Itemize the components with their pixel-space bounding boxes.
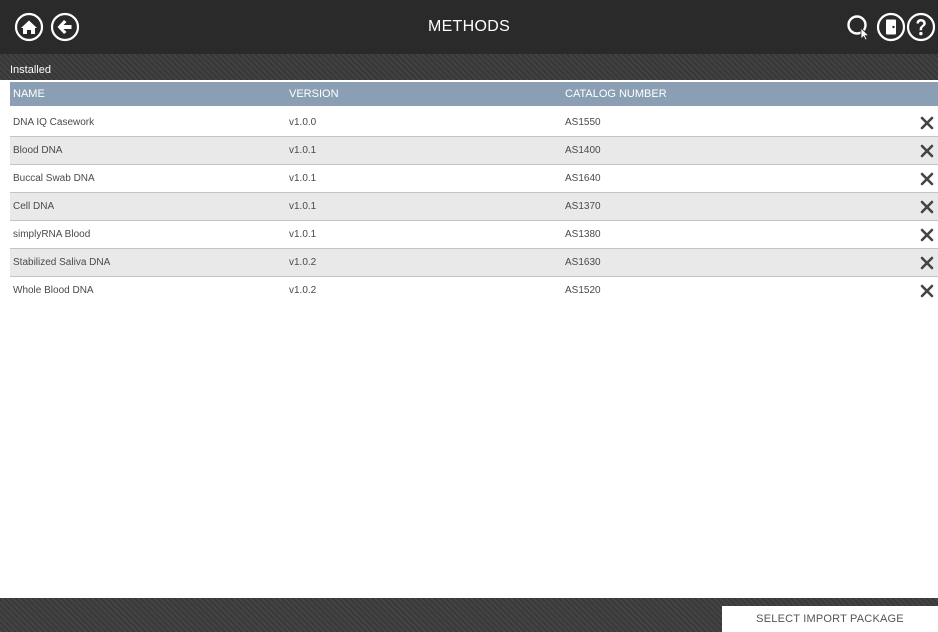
method-version: v1.0.1: [289, 145, 317, 156]
app-footer: SELECT IMPORT PACKAGE: [0, 598, 938, 632]
method-catalog-number: AS1400: [565, 145, 601, 156]
section-bar: Installed: [0, 54, 938, 80]
method-version: v1.0.1: [289, 201, 317, 212]
close-icon: [920, 228, 934, 242]
method-version: v1.0.0: [289, 117, 317, 128]
select-import-package-button[interactable]: SELECT IMPORT PACKAGE: [722, 606, 938, 632]
method-name: Cell DNA: [13, 201, 55, 212]
method-version: v1.0.2: [289, 285, 317, 296]
section-label: Installed: [10, 64, 51, 76]
method-catalog-number: AS1370: [565, 201, 601, 212]
logout-icon: [876, 12, 906, 42]
methods-table: NAME VERSION CATALOG NUMBER DNA IQ Casew…: [10, 80, 938, 598]
table-header: NAME VERSION CATALOG NUMBER: [10, 82, 938, 106]
method-name: simplyRNA Blood: [13, 229, 91, 240]
method-catalog-number: AS1640: [565, 173, 601, 184]
method-catalog-number: AS1520: [565, 285, 601, 296]
delete-method-button[interactable]: [920, 144, 934, 158]
close-icon: [920, 284, 934, 298]
method-name: DNA IQ Casework: [13, 117, 95, 128]
page-title: METHODS: [427, 18, 511, 35]
method-version: v1.0.1: [289, 173, 317, 184]
delete-method-button[interactable]: [920, 228, 934, 242]
table-row[interactable]: Cell DNA v1.0.1 AS1370: [10, 193, 938, 221]
search-icon: [847, 15, 870, 41]
close-icon: [920, 172, 934, 186]
delete-method-button[interactable]: [920, 284, 934, 298]
method-catalog-number: AS1380: [565, 229, 601, 240]
table-row[interactable]: simplyRNA Blood v1.0.1 AS1380: [10, 221, 938, 249]
method-version: v1.0.1: [289, 229, 317, 240]
delete-method-button[interactable]: [920, 256, 934, 270]
method-name: Buccal Swab DNA: [13, 173, 95, 184]
app-header: METHODS: [0, 0, 938, 54]
close-icon: [920, 256, 934, 270]
help-icon: [906, 12, 936, 42]
column-header-catalog-number[interactable]: CATALOG NUMBER: [565, 82, 667, 106]
table-body: DNA IQ Casework v1.0.0 AS1550 Blood DNA …: [10, 109, 938, 305]
method-catalog-number: AS1630: [565, 257, 601, 268]
method-name: Blood DNA: [13, 145, 63, 156]
method-name: Stabilized Saliva DNA: [13, 257, 111, 268]
method-version: v1.0.2: [289, 257, 317, 268]
table-row[interactable]: Stabilized Saliva DNA v1.0.2 AS1630: [10, 249, 938, 277]
logout-button[interactable]: [876, 12, 906, 42]
delete-method-button[interactable]: [920, 200, 934, 214]
method-catalog-number: AS1550: [565, 117, 601, 128]
table-row[interactable]: Whole Blood DNA v1.0.2 AS1520: [10, 277, 938, 305]
help-button[interactable]: [906, 12, 936, 42]
close-icon: [920, 200, 934, 214]
delete-method-button[interactable]: [920, 172, 934, 186]
close-icon: [920, 144, 934, 158]
table-row[interactable]: Blood DNA v1.0.1 AS1400: [10, 137, 938, 165]
delete-method-button[interactable]: [920, 116, 934, 130]
close-icon: [920, 116, 934, 130]
column-header-name[interactable]: NAME: [13, 82, 45, 106]
method-name: Whole Blood DNA: [13, 285, 94, 296]
table-row[interactable]: DNA IQ Casework v1.0.0 AS1550: [10, 109, 938, 137]
column-header-version[interactable]: VERSION: [289, 82, 339, 106]
search-button[interactable]: [844, 12, 874, 42]
table-row[interactable]: Buccal Swab DNA v1.0.1 AS1640: [10, 165, 938, 193]
